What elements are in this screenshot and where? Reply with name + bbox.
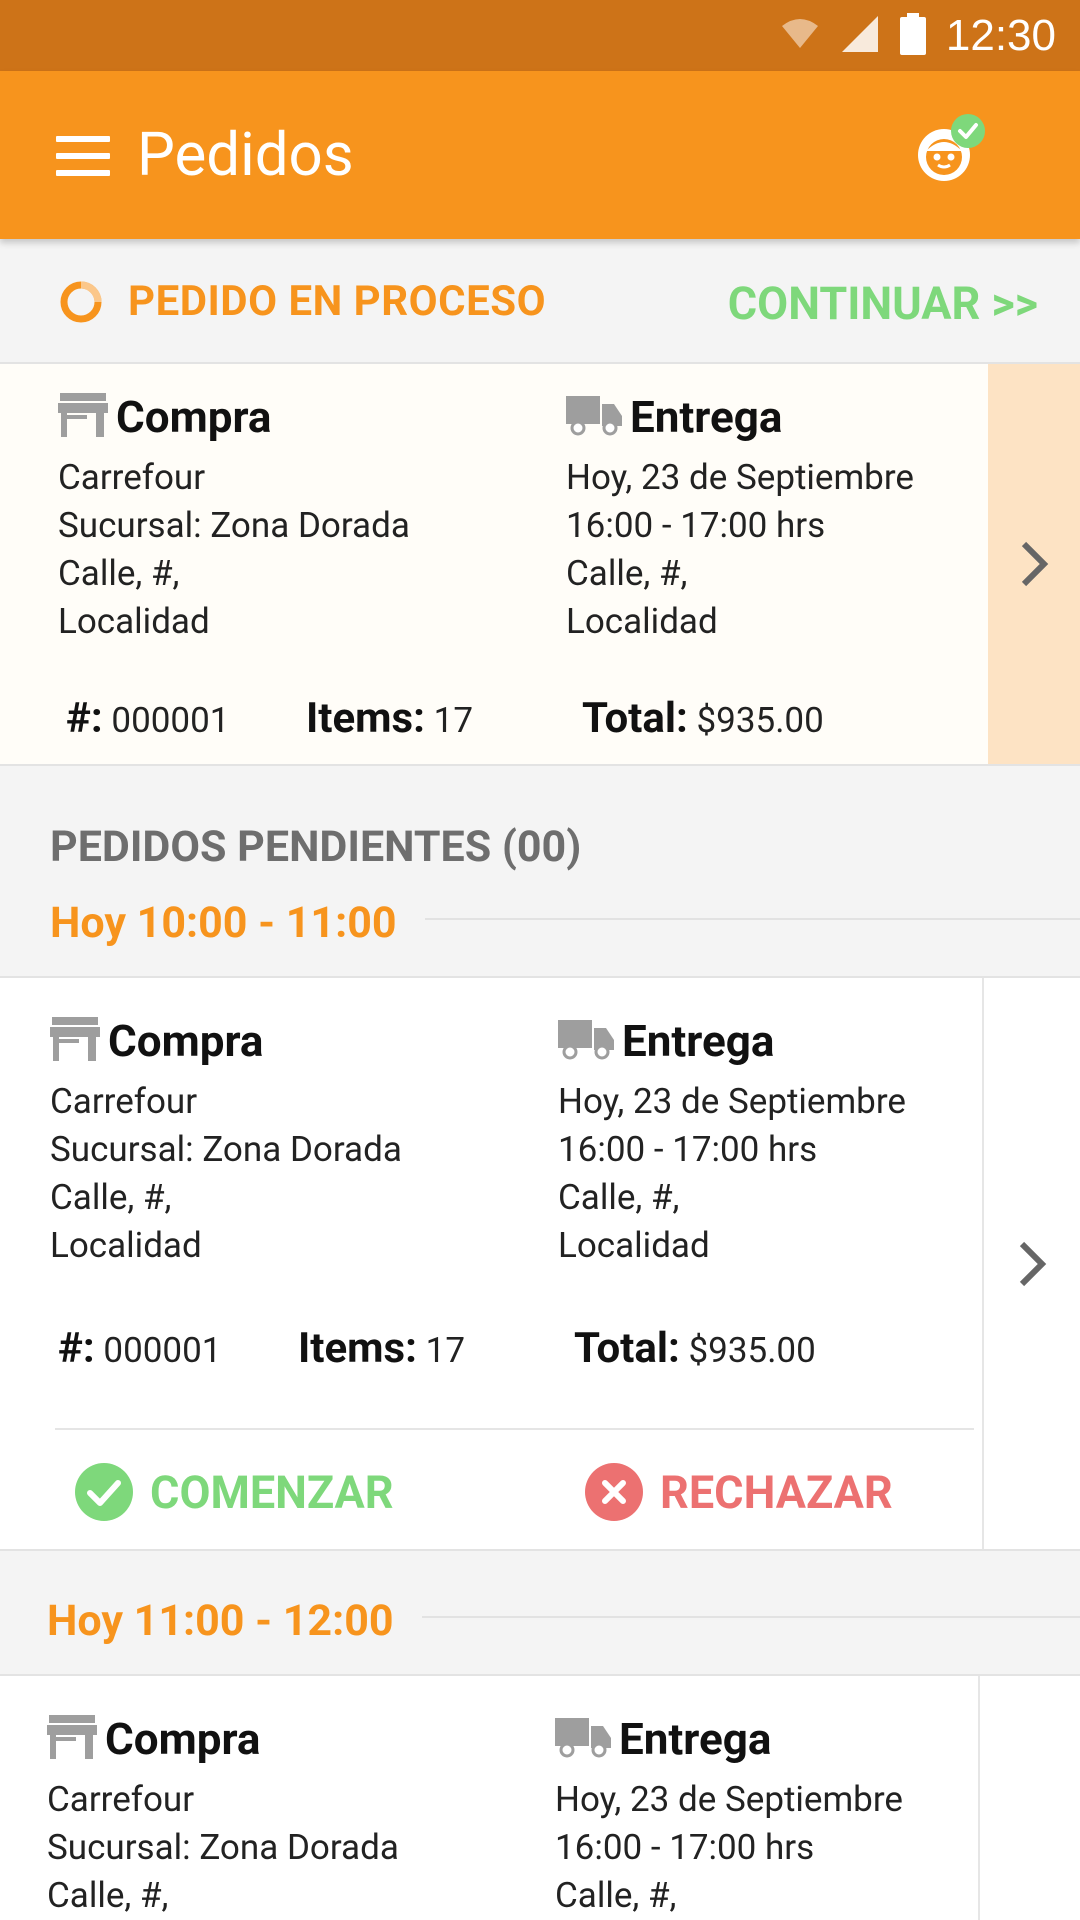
store-name: Carrefour [58,457,206,498]
store-icon [47,1715,97,1763]
order-items: Items: 17 [306,694,473,743]
continue-button[interactable]: CONTINUAR >> [728,277,1038,330]
store-locality: Localidad [50,1225,202,1266]
check-circle-icon [75,1463,133,1521]
truck-icon [558,1018,614,1064]
start-label: COMENZAR [150,1465,394,1519]
store-branch: Sucursal: Zona Dorada [50,1129,402,1170]
truck-icon [566,394,622,440]
slot-divider [422,1616,1080,1618]
entrega-column: Entrega Hoy, 23 de Septiembre 16:00 - 17… [555,1713,903,1920]
order-number: #: 000001 [66,694,230,743]
open-order-arrow[interactable] [978,1676,1080,1920]
start-button[interactable]: COMENZAR [74,1462,394,1522]
in-process-label: PEDIDO EN PROCESO [128,277,547,326]
compra-column: Compra Carrefour Sucursal: Zona Dorada C… [50,1015,402,1270]
pending-order-card[interactable]: Compra Carrefour Sucursal: Zona Dorada C… [0,1674,1080,1920]
entrega-title: Entrega [619,1713,772,1765]
store-icon [50,1017,100,1065]
store-name: Carrefour [47,1779,195,1820]
delivery-time: 16:00 - 17:00 hrs [566,505,826,546]
delivery-time: 16:00 - 17:00 hrs [558,1129,818,1170]
entrega-column: Entrega Hoy, 23 de Septiembre 16:00 - 17… [558,1015,906,1270]
delivery-date: Hoy, 23 de Septiembre [558,1081,906,1122]
delivery-street: Calle, #, [558,1177,680,1218]
order-total: Total: $935.00 [582,694,824,743]
compra-column: Compra Carrefour Sucursal: Zona Dorada C… [47,1713,399,1920]
store-branch: Sucursal: Zona Dorada [58,505,410,546]
signal-icon [840,14,880,58]
order-total: Total: $935.00 [574,1324,816,1373]
reject-button[interactable]: RECHAZAR [584,1462,893,1522]
pending-section-title: PEDIDOS PENDIENTES (00) [50,822,582,872]
entrega-column: Entrega Hoy, 23 de Septiembre 16:00 - 17… [566,391,914,646]
pending-order-card[interactable]: Compra Carrefour Sucursal: Zona Dorada C… [0,976,1080,1551]
open-order-arrow[interactable] [988,364,1080,764]
delivery-date: Hoy, 23 de Septiembre [566,457,914,498]
store-street: Calle, #, [47,1875,169,1916]
battery-icon [899,12,926,59]
compra-title: Compra [116,391,272,443]
delivery-time: 16:00 - 17:00 hrs [555,1827,815,1868]
compra-column: Compra Carrefour Sucursal: Zona Dorada C… [58,391,410,646]
wifi-icon [780,18,820,54]
delivery-street: Calle, #, [566,553,688,594]
status-time: 12:30 [945,10,1056,60]
close-circle-icon [585,1463,643,1521]
store-branch: Sucursal: Zona Dorada [47,1827,399,1868]
store-locality: Localidad [58,601,210,642]
store-street: Calle, #, [50,1177,172,1218]
delivery-locality: Localidad [558,1225,710,1266]
store-name: Carrefour [50,1081,198,1122]
order-items: Items: 17 [298,1324,465,1373]
slot-title: Hoy 11:00 - 12:00 [47,1596,394,1646]
card-divider [55,1428,974,1430]
open-order-arrow[interactable] [982,978,1080,1549]
reject-label: RECHAZAR [660,1465,893,1519]
delivery-locality: Localidad [566,601,718,642]
compra-title: Compra [108,1015,264,1067]
avatar-icon[interactable] [912,111,992,191]
compra-title: Compra [105,1713,261,1765]
truck-icon [555,1716,611,1762]
entrega-title: Entrega [622,1015,775,1067]
status-bar: 12:30 [0,0,1080,71]
slot-title: Hoy 10:00 - 11:00 [50,898,397,948]
menu-icon[interactable] [56,136,110,176]
delivery-date: Hoy, 23 de Septiembre [555,1779,903,1820]
page-title: Pedidos [137,119,354,190]
chevron-right-icon [1019,1241,1047,1286]
order-number: #: 000001 [58,1324,222,1373]
in-process-order-card[interactable]: Compra Carrefour Sucursal: Zona Dorada C… [0,362,1080,766]
store-icon [58,393,108,441]
progress-icon [60,281,102,323]
in-process-bar: PEDIDO EN PROCESO CONTINUAR >> [0,239,1080,363]
delivery-street: Calle, #, [555,1875,677,1916]
store-street: Calle, #, [58,553,180,594]
app-bar: Pedidos [0,71,1080,239]
entrega-title: Entrega [630,391,783,443]
slot-divider [425,918,1080,920]
chevron-right-icon [1021,541,1049,587]
